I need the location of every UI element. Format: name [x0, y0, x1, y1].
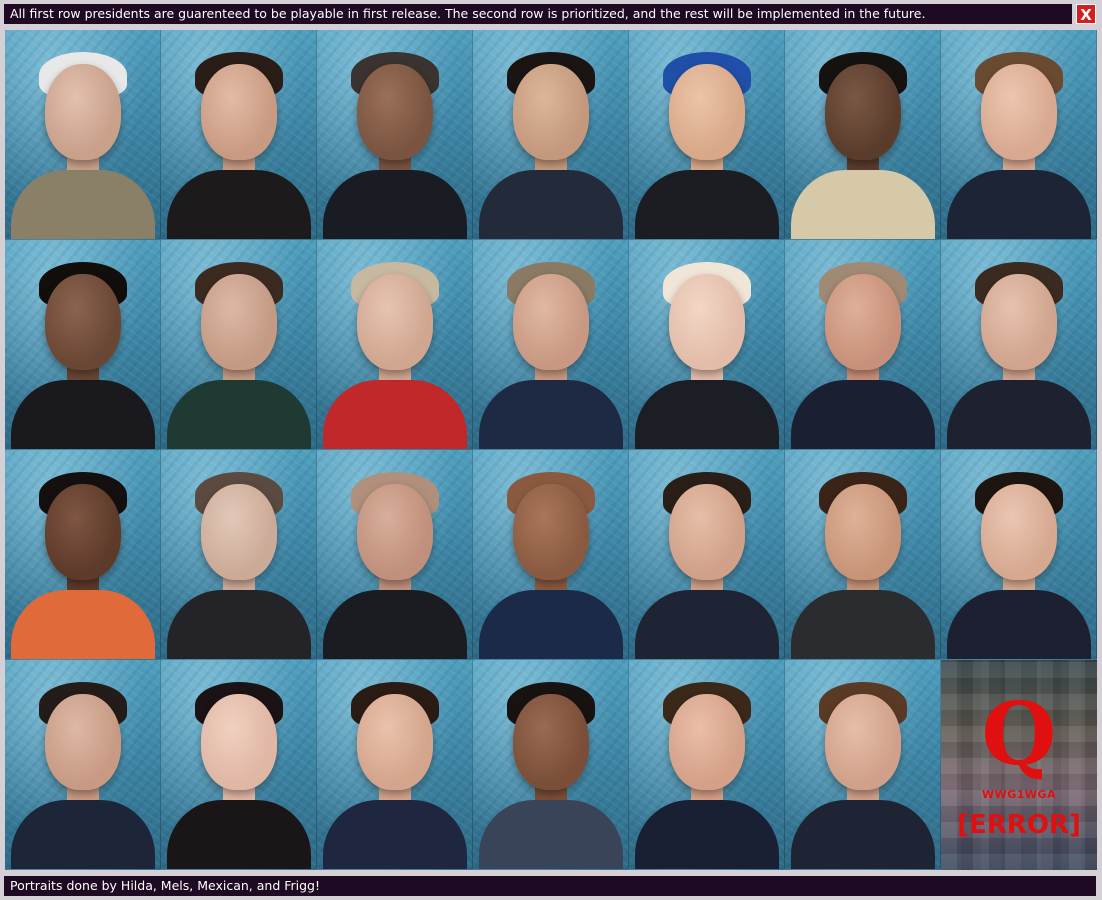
close-button[interactable]: X [1076, 4, 1096, 24]
notice-bar: All first row presidents are guarenteed … [4, 4, 1072, 24]
portrait-card[interactable] [941, 450, 1097, 660]
credits-text: Portraits done by Hilda, Mels, Mexican, … [10, 878, 320, 893]
portrait-card[interactable] [473, 450, 629, 660]
portrait-card[interactable] [5, 660, 161, 870]
credits-bar: Portraits done by Hilda, Mels, Mexican, … [4, 876, 1096, 896]
portrait-card[interactable] [473, 30, 629, 240]
q-symbol: Q [981, 684, 1057, 785]
portrait-card[interactable] [161, 450, 317, 660]
error-label: [ERROR] [957, 810, 1081, 840]
portrait-card[interactable] [785, 660, 941, 870]
portrait-card[interactable] [785, 240, 941, 450]
portrait-card[interactable] [161, 660, 317, 870]
portrait-card[interactable] [317, 30, 473, 240]
q-tag-text: WWG1WGA [981, 788, 1057, 801]
portrait-card[interactable] [629, 240, 785, 450]
portrait-card[interactable] [785, 30, 941, 240]
portrait-card[interactable] [473, 240, 629, 450]
notice-text: All first row presidents are guarenteed … [10, 6, 926, 21]
portrait-card[interactable] [941, 30, 1097, 240]
portrait-card[interactable] [161, 30, 317, 240]
portrait-card[interactable] [629, 450, 785, 660]
portrait-card[interactable] [161, 240, 317, 450]
portrait-card[interactable] [629, 660, 785, 870]
portrait-card[interactable] [5, 30, 161, 240]
portrait-card[interactable] [5, 450, 161, 660]
portrait-card[interactable] [941, 240, 1097, 450]
portrait-card[interactable] [629, 30, 785, 240]
portrait-card[interactable] [5, 240, 161, 450]
portrait-card[interactable] [473, 660, 629, 870]
portrait-card[interactable] [785, 450, 941, 660]
portrait-card[interactable] [317, 240, 473, 450]
portrait-card[interactable] [317, 450, 473, 660]
portrait-grid: Q WWG1WGA [ERROR] [5, 30, 1097, 870]
portrait-card[interactable] [317, 660, 473, 870]
locked-portrait-error[interactable]: Q WWG1WGA [ERROR] [941, 660, 1097, 870]
